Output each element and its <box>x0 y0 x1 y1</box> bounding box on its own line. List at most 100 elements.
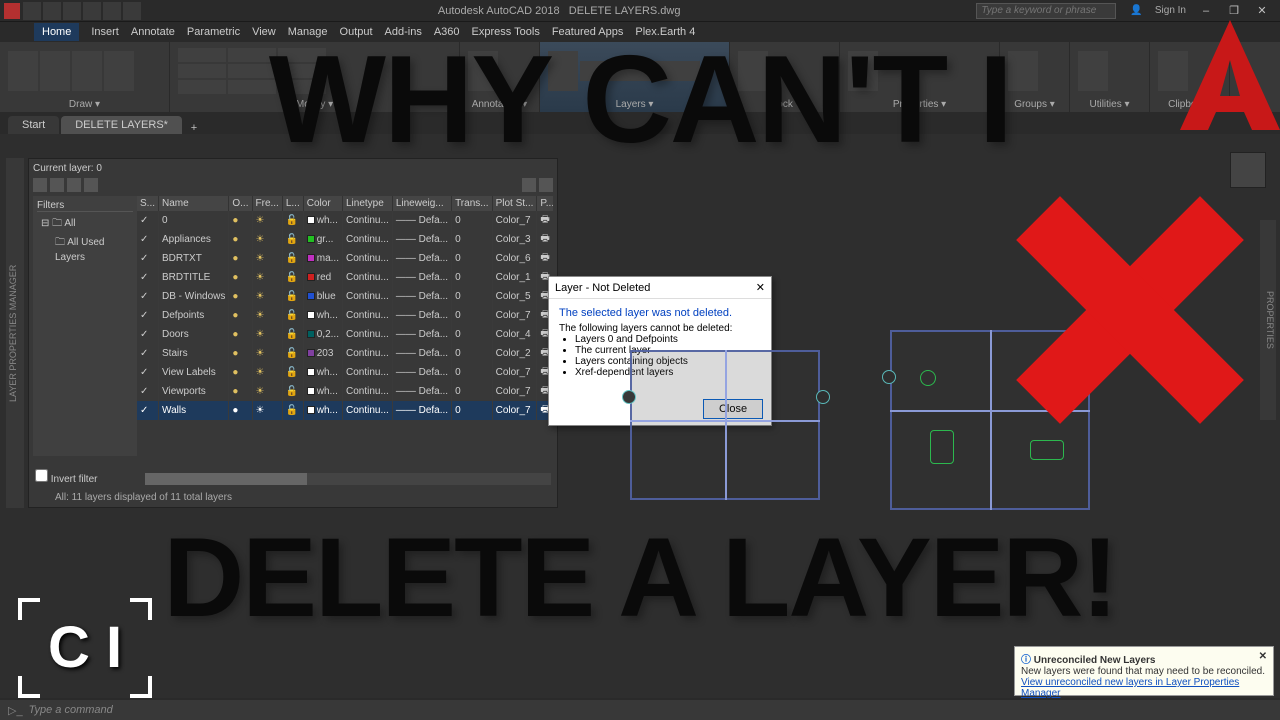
ribbon-group-properties[interactable]: Properties ▾ <box>848 97 991 110</box>
copy-icon[interactable] <box>178 64 226 78</box>
qat-new-icon[interactable] <box>23 2 41 20</box>
layer-properties-manager: Current layer: 0 Filters ⊟ 🗀 All 🗀 All U… <box>28 158 558 508</box>
tab-home[interactable]: Home <box>34 23 79 41</box>
line-icon[interactable] <box>8 51 38 91</box>
ribbon-group-utilities[interactable]: Utilities ▾ <box>1078 97 1141 110</box>
balloon-close-icon[interactable]: ✕ <box>1259 651 1267 666</box>
layer-column-header[interactable]: S... <box>137 196 159 211</box>
doc-tab-active[interactable]: DELETE LAYERS* <box>61 116 182 134</box>
ribbon-group-layers[interactable]: Layers ▾ <box>548 97 721 110</box>
minimize-button[interactable]: – <box>1192 5 1220 17</box>
layer-column-header[interactable]: Linetype <box>343 196 393 211</box>
help-search-input[interactable] <box>976 3 1116 19</box>
layer-row[interactable]: ✓Appliances●☀🔓gr...Continu...—— Defa...0… <box>137 230 553 249</box>
signin-button[interactable]: Sign In <box>1155 5 1186 16</box>
text-icon[interactable] <box>468 51 498 91</box>
layer-settings-icon[interactable] <box>539 178 553 192</box>
command-icon: ▷_ <box>8 704 23 717</box>
scale-icon[interactable] <box>228 80 276 94</box>
command-input[interactable]: Type a command <box>29 704 113 716</box>
balloon-link[interactable]: View unreconciled new layers in Layer Pr… <box>1021 677 1239 699</box>
layer-properties-icon[interactable] <box>548 51 578 91</box>
ribbon-group-annotation[interactable]: Annotation ▾ <box>468 97 531 110</box>
layer-column-header[interactable]: Fre... <box>252 196 282 211</box>
new-layer-frozen-icon[interactable] <box>50 178 64 192</box>
invert-filter-checkbox[interactable]: Invert filter <box>35 469 97 485</box>
arc-icon[interactable] <box>104 51 134 91</box>
dialog-close-icon[interactable]: ✕ <box>756 281 765 294</box>
set-current-icon[interactable] <box>84 178 98 192</box>
qat-redo-icon[interactable] <box>123 2 141 20</box>
delete-layer-icon[interactable] <box>67 178 81 192</box>
ribbon-group-groups[interactable]: Groups ▾ <box>1008 97 1061 110</box>
layer-row[interactable]: ✓0●☀🔓wh...Continu...—— Defa...0Color_7🖶▢ <box>137 211 553 230</box>
tab-manage[interactable]: Manage <box>288 26 328 38</box>
ribbon-tabs: Home Insert Annotate Parametric View Man… <box>0 22 1280 42</box>
tab-addins[interactable]: Add-ins <box>385 26 422 38</box>
insert-block-icon[interactable] <box>738 51 768 91</box>
filter-all[interactable]: ⊟ 🗀 All <box>37 216 133 233</box>
layer-column-header[interactable]: Trans... <box>452 196 493 211</box>
tab-output[interactable]: Output <box>340 26 373 38</box>
layer-row[interactable]: ✓Viewports●☀🔓wh...Continu...—— Defa...0C… <box>137 382 553 401</box>
ribbon-group-modify[interactable]: Modify ▾ <box>178 97 451 110</box>
tab-parametric[interactable]: Parametric <box>187 26 240 38</box>
tab-view[interactable]: View <box>252 26 276 38</box>
autocad-app-icon[interactable] <box>4 3 20 19</box>
tab-plexearth[interactable]: Plex.Earth 4 <box>635 26 695 38</box>
group-icon[interactable] <box>1008 51 1038 91</box>
doc-tab-add-button[interactable]: + <box>184 122 204 134</box>
layer-hscrollbar[interactable] <box>145 473 551 485</box>
layer-column-header[interactable]: Lineweig... <box>392 196 451 211</box>
qat-save-icon[interactable] <box>63 2 81 20</box>
qat-undo-icon[interactable] <box>103 2 121 20</box>
app-title: Autodesk AutoCAD 2018 <box>438 5 560 17</box>
tab-annotate[interactable]: Annotate <box>131 26 175 38</box>
dialog-title: Layer - Not Deleted <box>555 282 650 294</box>
array-icon[interactable] <box>278 80 326 94</box>
layer-row[interactable]: ✓Defpoints●☀🔓wh...Continu...—— Defa...0C… <box>137 306 553 325</box>
layer-row[interactable]: ✓DB - Windows●☀🔓blueContinu...—— Defa...… <box>137 287 553 306</box>
qat-saveas-icon[interactable] <box>83 2 101 20</box>
move-icon[interactable] <box>178 48 226 62</box>
qat-open-icon[interactable] <box>43 2 61 20</box>
layer-panel-title: LAYER PROPERTIES MANAGER <box>6 158 24 508</box>
measure-icon[interactable] <box>1078 51 1108 91</box>
fillet-icon[interactable] <box>278 64 326 78</box>
tab-insert[interactable]: Insert <box>91 26 119 38</box>
rotate-icon[interactable] <box>228 48 276 62</box>
ribbon-group-draw[interactable]: Draw ▾ <box>8 97 161 110</box>
tab-featured-apps[interactable]: Featured Apps <box>552 26 624 38</box>
match-properties-icon[interactable] <box>848 51 878 91</box>
trim-icon[interactable] <box>278 48 326 62</box>
layer-row[interactable]: ✓View Labels●☀🔓wh...Continu...—— Defa...… <box>137 363 553 382</box>
layer-column-header[interactable]: Plot St... <box>492 196 537 211</box>
layer-column-header[interactable]: O... <box>229 196 252 211</box>
properties-palette-tab[interactable]: PROPERTIES <box>1260 220 1276 420</box>
mirror-icon[interactable] <box>228 64 276 78</box>
layer-row[interactable]: ✓BRDTITLE●☀🔓redContinu...—— Defa...0Colo… <box>137 268 553 287</box>
stretch-icon[interactable] <box>178 80 226 94</box>
layer-states-icon[interactable] <box>522 178 536 192</box>
circle-icon[interactable] <box>72 51 102 91</box>
restore-button[interactable]: ❐ <box>1220 4 1248 17</box>
doc-tab-start[interactable]: Start <box>8 116 59 134</box>
layer-row[interactable]: ✓Walls●☀🔓wh...Continu...—— Defa...0Color… <box>137 401 553 420</box>
close-window-button[interactable]: ✕ <box>1248 4 1276 17</box>
layer-dropdown[interactable] <box>580 61 700 81</box>
new-layer-icon[interactable] <box>33 178 47 192</box>
layer-column-header[interactable]: L... <box>282 196 303 211</box>
ribbon-group-block[interactable]: Block ▾ <box>738 97 831 110</box>
signin-icon[interactable]: 👤 <box>1130 5 1142 16</box>
layer-row[interactable]: ✓BDRTXT●☀🔓ma...Continu...—— Defa...0Colo… <box>137 249 553 268</box>
layer-row[interactable]: ✓Stairs●☀🔓203Continu...—— Defa...0Color_… <box>137 344 553 363</box>
layer-column-header[interactable]: Color <box>303 196 342 211</box>
layer-row[interactable]: ✓Doors●☀🔓0,2...Continu...—— Defa...0Colo… <box>137 325 553 344</box>
layer-column-header[interactable]: P... <box>537 196 553 211</box>
layer-column-header[interactable]: Name <box>159 196 229 211</box>
filter-used-layers[interactable]: 🗀 All Used Layers <box>37 235 133 263</box>
filters-header: Filters <box>37 200 133 212</box>
tab-express-tools[interactable]: Express Tools <box>472 26 540 38</box>
tab-a360[interactable]: A360 <box>434 26 460 38</box>
polyline-icon[interactable] <box>40 51 70 91</box>
